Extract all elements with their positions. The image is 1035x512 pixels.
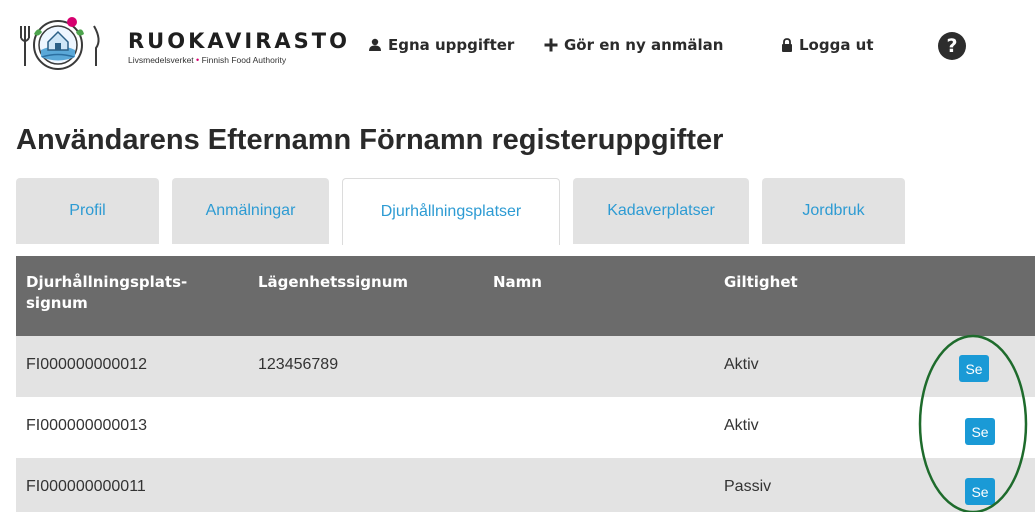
tab-djurhallningsplatser[interactable]: Djurhållningsplatser [342,178,560,245]
column-header-signum-line1: Djurhållningsplats- [26,273,188,291]
cell-signum: FI000000000012 [26,356,147,373]
ruokavirasto-logo-icon[interactable] [12,12,112,72]
table-row: FI000000000013 Aktiv Se [16,397,1035,458]
user-icon [368,38,382,52]
tab-anmalningar[interactable]: Anmälningar [172,178,329,244]
table-row: FI000000000012 123456789 Aktiv Se [16,336,1035,397]
nav-new-report-link[interactable]: Gör en ny anmälan [544,36,724,54]
nav-logout-link[interactable]: Logga ut [781,36,874,54]
cell-signum: FI000000000013 [26,417,147,434]
se-button[interactable]: Se [965,418,995,445]
tab-kadaverplatser[interactable]: Kadaverplatser [573,178,749,244]
cell-giltighet: Passiv [724,478,772,495]
help-icon[interactable]: ? [938,32,966,60]
nav-logout-label: Logga ut [799,36,874,54]
lock-icon [781,38,793,52]
logo-subtitle-dot: • [196,55,200,65]
se-button[interactable]: Se [965,478,995,505]
cell-signum: FI000000000011 [26,478,146,495]
column-header-giltighet[interactable]: Giltighet [724,272,798,293]
site-header: RUOKAVIRASTO Livsmedelsverket • Finnish … [0,0,1035,90]
column-header-namn[interactable]: Namn [493,272,542,293]
column-header-lagenhetssignum[interactable]: Lägenhetssignum [258,272,408,293]
nav-new-report-label: Gör en ny anmälan [564,36,724,54]
nav-own-details-link[interactable]: Egna uppgifter [368,36,514,54]
plus-icon [544,38,558,52]
tab-profil[interactable]: Profil [16,178,159,244]
cell-giltighet: Aktiv [724,417,759,434]
tab-jordbruk[interactable]: Jordbruk [762,178,905,244]
logo-subtitle: Livsmedelsverket • Finnish Food Authorit… [128,55,350,65]
column-header-signum-line2: signum [26,294,88,312]
table-header: Djurhållningsplats- signum Lägenhetssign… [16,256,1035,336]
logo-name: RUOKAVIRASTO [128,29,350,53]
logo-subtitle-english: Finnish Food Authority [201,55,287,65]
logo-subtitle-swedish: Livsmedelsverket [128,55,194,65]
page-title: Användarens Efternamn Förnamn registerup… [16,124,724,156]
table-row: FI000000000011 Passiv Se [16,458,1035,512]
cell-lagenhetssignum: 123456789 [258,356,339,373]
se-button[interactable]: Se [959,355,989,382]
tab-bar: Profil Anmälningar Djurhållningsplatser … [0,178,1035,245]
nav-own-details-label: Egna uppgifter [388,36,515,54]
column-header-signum[interactable]: Djurhållningsplats- signum [26,272,187,314]
animal-holdings-table: Djurhållningsplats- signum Lägenhetssign… [16,256,1035,512]
logo-text: RUOKAVIRASTO Livsmedelsverket • Finnish … [128,30,350,65]
cell-giltighet: Aktiv [724,356,759,373]
